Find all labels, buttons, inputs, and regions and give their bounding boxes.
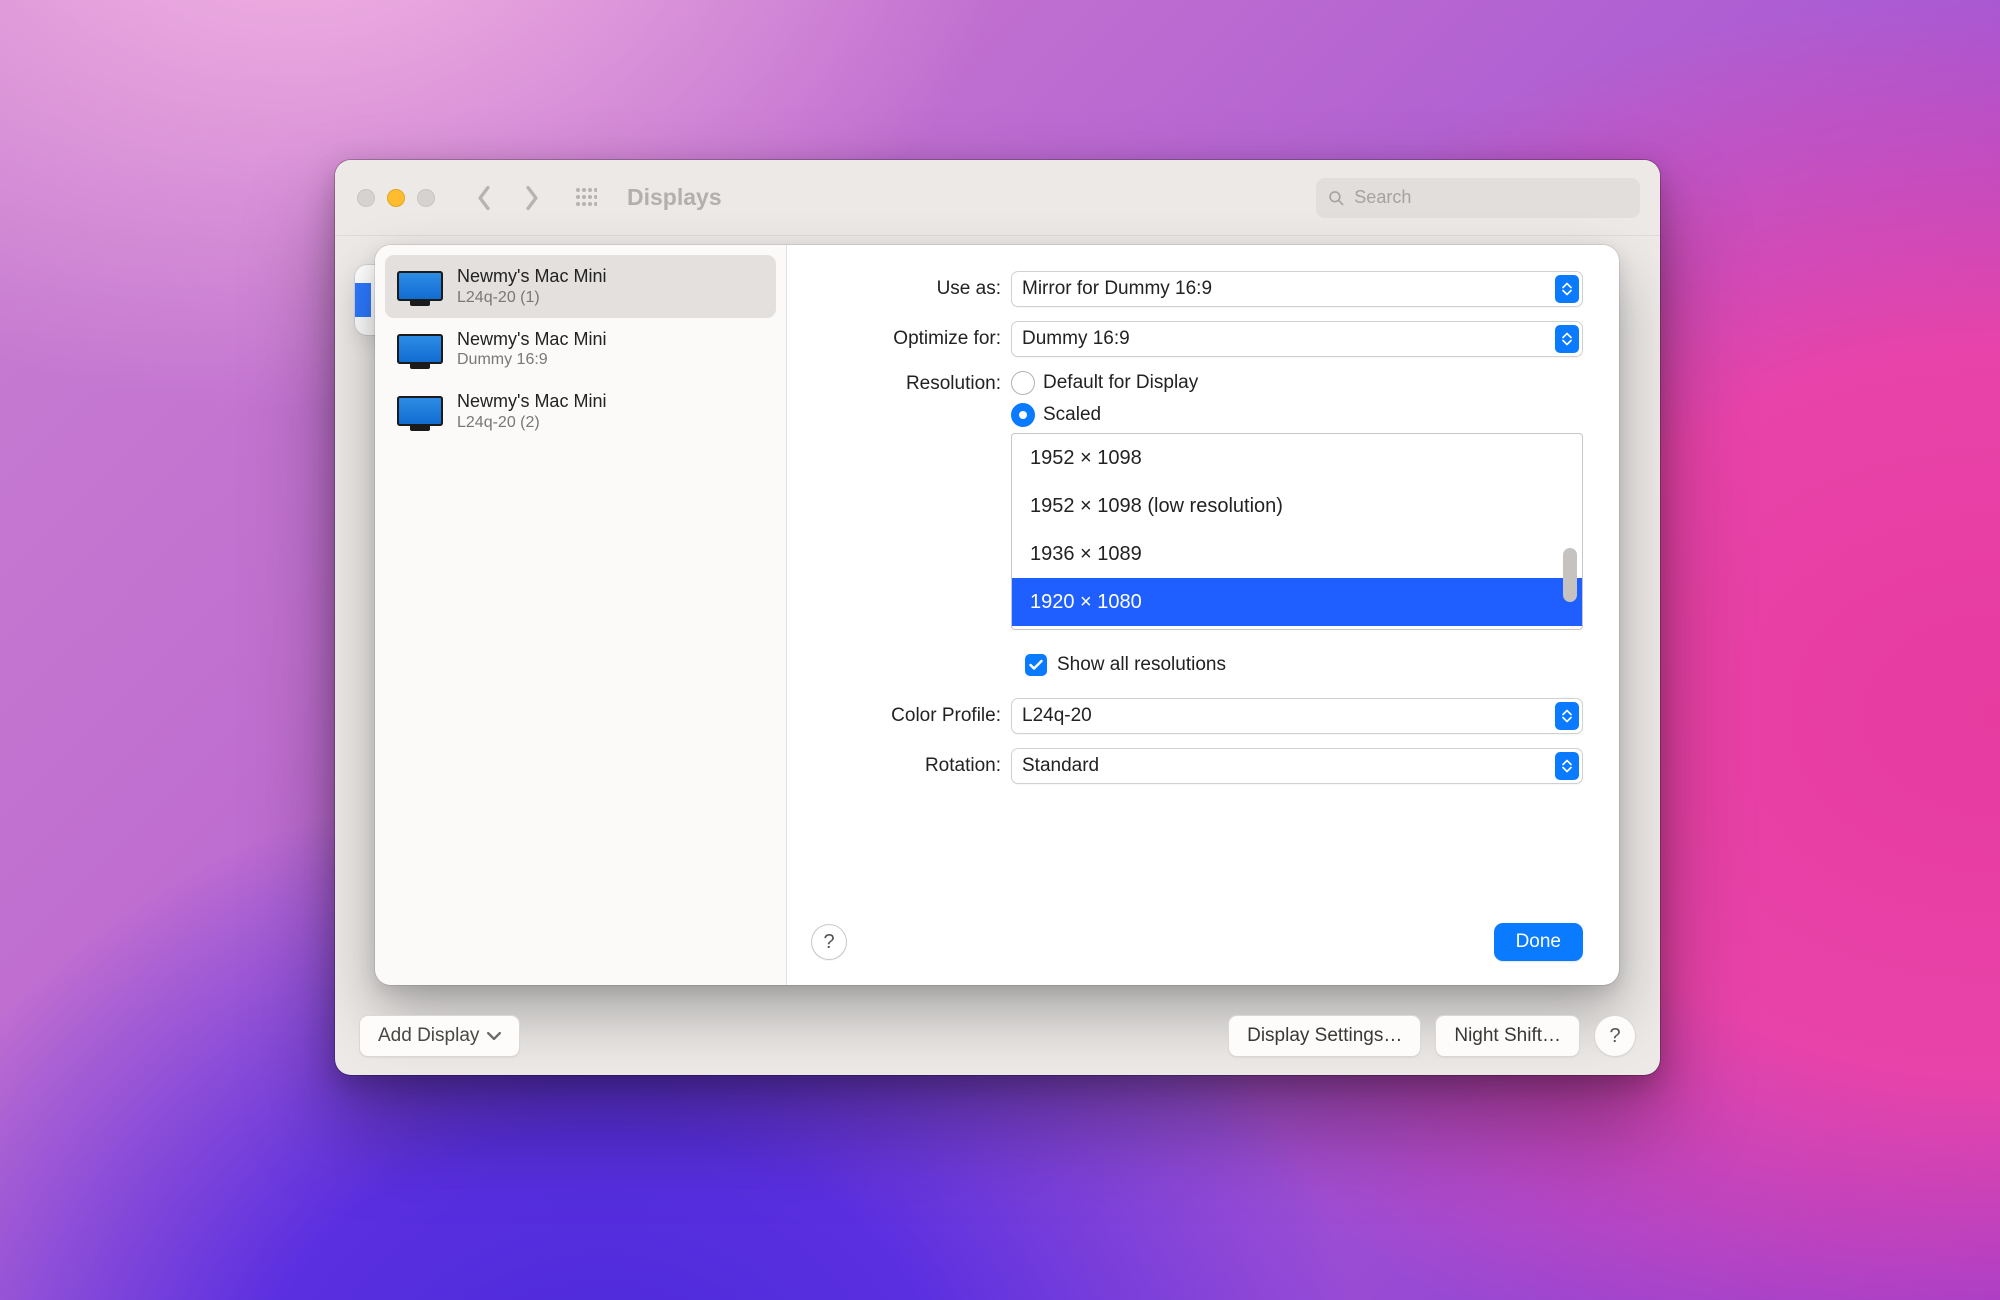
sheet-help-button[interactable]: ?: [811, 924, 847, 960]
close-dot[interactable]: [357, 189, 375, 207]
resolution-option[interactable]: 1936 × 1089: [1012, 530, 1582, 578]
settings-content: Use as: Mirror for Dummy 16:9 Optimize f…: [787, 245, 1619, 985]
stepper-icon: [1555, 752, 1579, 780]
zoom-dot[interactable]: [417, 189, 435, 207]
display-settings-sheet: Newmy's Mac Mini L24q-20 (1) Newmy's Mac…: [375, 245, 1619, 985]
window-controls: [357, 189, 435, 207]
night-shift-button[interactable]: Night Shift…: [1435, 1015, 1580, 1057]
use-as-value: Mirror for Dummy 16:9: [1022, 278, 1212, 300]
display-sidebar: Newmy's Mac Mini L24q-20 (1) Newmy's Mac…: [375, 245, 787, 985]
sidebar-item-title: Newmy's Mac Mini: [457, 265, 606, 288]
sidebar-item-display-2[interactable]: Newmy's Mac Mini Dummy 16:9: [385, 318, 776, 381]
chevron-right-icon: [523, 185, 541, 211]
rotation-label: Rotation:: [797, 755, 1011, 777]
back-button[interactable]: [467, 178, 501, 218]
sidebar-item-title: Newmy's Mac Mini: [457, 328, 606, 351]
optimize-for-select[interactable]: Dummy 16:9: [1011, 321, 1583, 357]
rotation-value: Standard: [1022, 755, 1099, 777]
resolution-scaled-radio[interactable]: Scaled: [1011, 403, 1583, 427]
use-as-select[interactable]: Mirror for Dummy 16:9: [1011, 271, 1583, 307]
titlebar: Displays: [335, 160, 1660, 236]
checkbox-icon: [1025, 654, 1047, 676]
sidebar-item-sub: L24q-20 (1): [457, 288, 606, 308]
optimize-for-label: Optimize for:: [797, 328, 1011, 350]
stepper-icon: [1555, 325, 1579, 353]
resolution-list[interactable]: 1952 × 1098 1952 × 1098 (low resolution)…: [1011, 433, 1583, 630]
display-settings-button[interactable]: Display Settings…: [1228, 1015, 1421, 1057]
rotation-select[interactable]: Standard: [1011, 748, 1583, 784]
resolution-option[interactable]: 1952 × 1098 (low resolution): [1012, 482, 1582, 530]
chevron-left-icon: [475, 185, 493, 211]
search-icon: [1328, 189, 1344, 207]
stepper-icon: [1555, 702, 1579, 730]
stepper-icon: [1555, 275, 1579, 303]
monitor-icon: [397, 334, 443, 364]
add-display-button[interactable]: Add Display: [359, 1015, 520, 1057]
resolution-label: Resolution:: [797, 371, 1011, 395]
scrollbar-thumb[interactable]: [1563, 548, 1577, 602]
sidebar-item-sub: Dummy 16:9: [457, 350, 606, 370]
scrollbar-track[interactable]: [1560, 436, 1580, 627]
window-bottom-toolbar: Add Display Display Settings… Night Shif…: [335, 997, 1660, 1075]
radio-icon: [1011, 403, 1035, 427]
done-button[interactable]: Done: [1494, 923, 1583, 961]
resolution-default-radio[interactable]: Default for Display: [1011, 371, 1583, 395]
search-field[interactable]: [1316, 178, 1640, 218]
sidebar-item-title: Newmy's Mac Mini: [457, 390, 606, 413]
grid-icon: [575, 187, 597, 209]
sidebar-item-display-1[interactable]: Newmy's Mac Mini L24q-20 (1): [385, 255, 776, 318]
window-title: Displays: [627, 184, 722, 211]
monitor-icon: [397, 271, 443, 301]
color-profile-select[interactable]: L24q-20: [1011, 698, 1583, 734]
show-all-button[interactable]: [569, 178, 603, 218]
color-profile-label: Color Profile:: [797, 705, 1011, 727]
minimize-dot[interactable]: [387, 189, 405, 207]
search-input[interactable]: [1352, 186, 1628, 209]
radio-label: Default for Display: [1043, 372, 1198, 394]
color-profile-value: L24q-20: [1022, 705, 1092, 727]
chevron-down-icon: [487, 1031, 501, 1041]
show-all-resolutions-checkbox[interactable]: Show all resolutions: [1025, 654, 1583, 676]
resolution-option[interactable]: 1952 × 1098: [1012, 434, 1582, 482]
use-as-label: Use as:: [797, 278, 1011, 300]
checkbox-label: Show all resolutions: [1057, 654, 1226, 676]
resolution-option-selected[interactable]: 1920 × 1080: [1012, 578, 1582, 626]
optimize-for-value: Dummy 16:9: [1022, 328, 1130, 350]
system-preferences-window: Displays Newmy's Mac Mini L24q-20 (1): [335, 160, 1660, 1075]
radio-label: Scaled: [1043, 404, 1101, 426]
monitor-icon: [397, 396, 443, 426]
sidebar-item-sub: L24q-20 (2): [457, 413, 606, 433]
forward-button[interactable]: [515, 178, 549, 218]
window-help-button[interactable]: ?: [1594, 1015, 1636, 1057]
sidebar-item-display-3[interactable]: Newmy's Mac Mini L24q-20 (2): [385, 380, 776, 443]
radio-icon: [1011, 371, 1035, 395]
